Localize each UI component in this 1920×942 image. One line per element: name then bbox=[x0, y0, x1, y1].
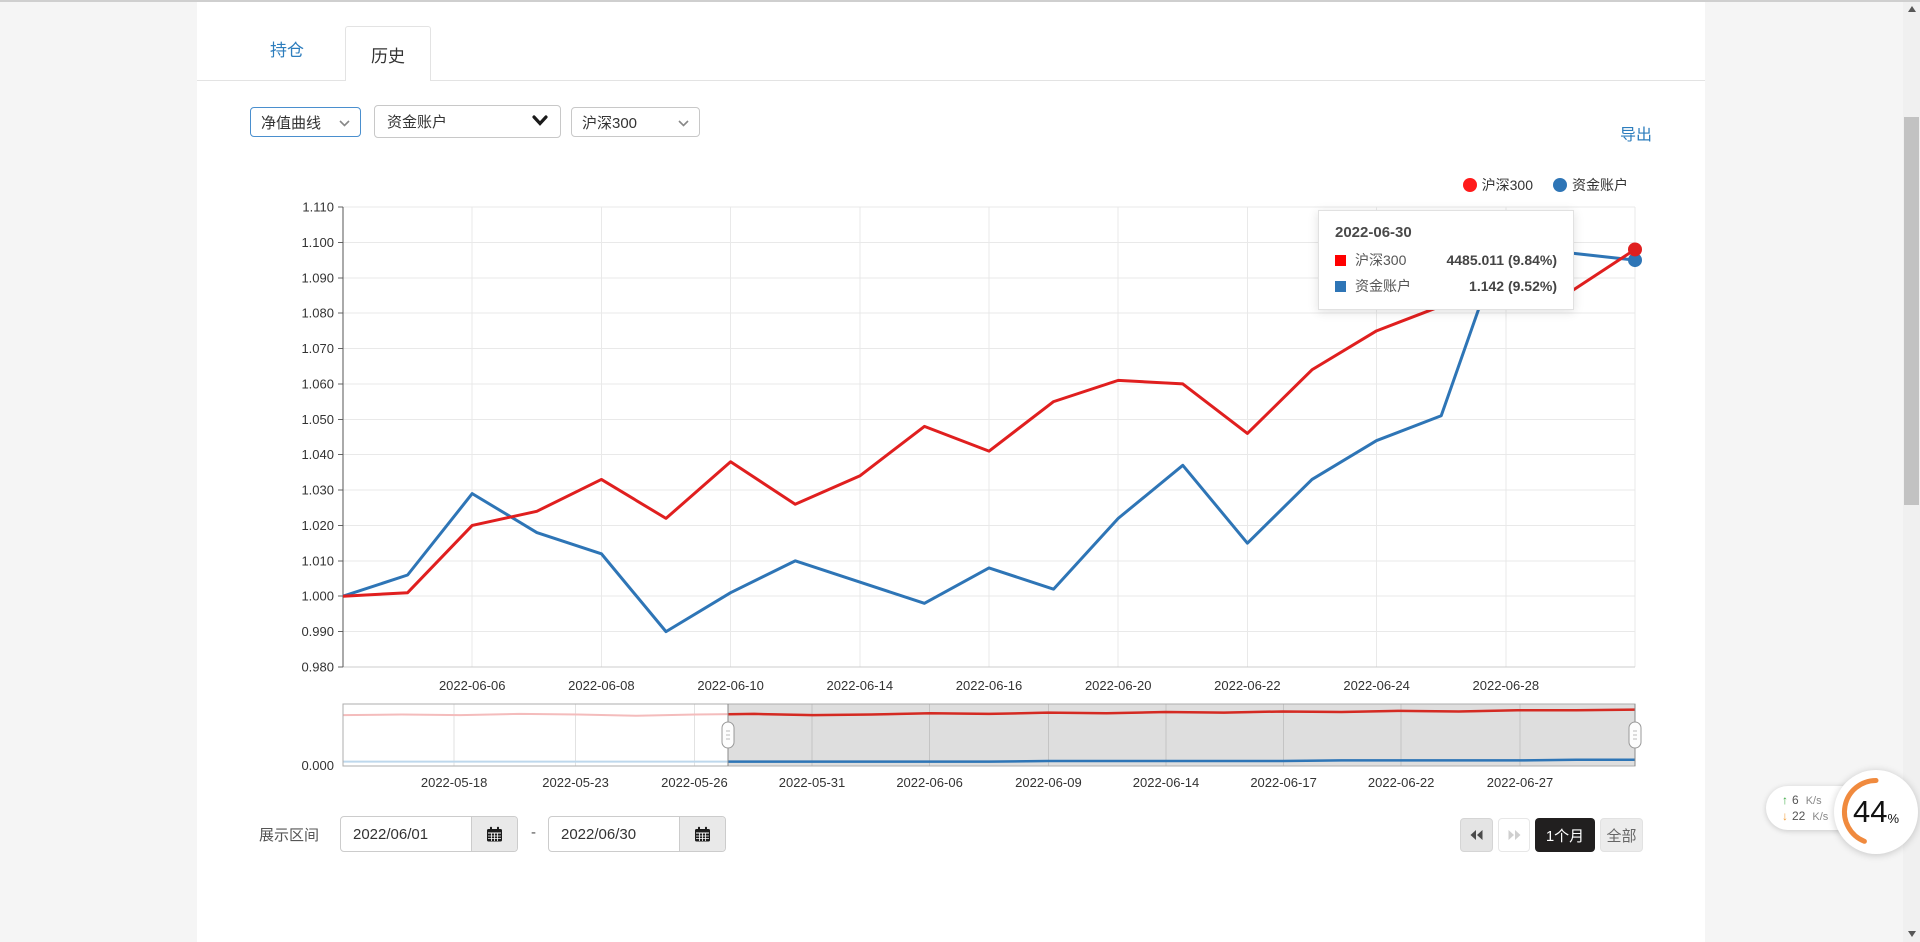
y-axis-label: 1.040 bbox=[301, 447, 334, 462]
y-axis-label: 1.000 bbox=[301, 589, 334, 604]
scrollbar-thumb[interactable] bbox=[1904, 117, 1919, 505]
y-axis-label: 1.080 bbox=[301, 306, 334, 321]
y-axis-label: 1.090 bbox=[301, 270, 334, 285]
upload-speed-unit: K/s bbox=[1805, 795, 1822, 807]
slider-x-axis-label: 2022-05-31 bbox=[779, 775, 846, 790]
start-date-value: 2022/06/01 bbox=[353, 825, 429, 843]
tab-holdings[interactable]: 持仓 bbox=[252, 36, 322, 61]
account-select-value: 资金账户 bbox=[387, 114, 448, 131]
x-axis-label: 2022-06-24 bbox=[1343, 678, 1410, 693]
legend-dot-red bbox=[1462, 178, 1477, 192]
tooltip-row-account: 资金账户 1.142 (9.52%) bbox=[1335, 276, 1557, 296]
step-back-button[interactable] bbox=[1460, 818, 1493, 852]
datazoom-slider[interactable]: 0.000 2022-05-18 2022-05-23 2022-05-26 2022-… bbox=[277, 700, 1657, 796]
legend-dot-blue bbox=[1553, 178, 1567, 192]
download-arrow-icon: ↓ bbox=[1782, 809, 1788, 823]
progress-percent-widget[interactable]: 44 % bbox=[1834, 770, 1918, 854]
legend-label: 资金账户 bbox=[1572, 177, 1628, 193]
x-axis-label: 2022-06-28 bbox=[1473, 678, 1540, 693]
series-marker-account bbox=[1335, 280, 1346, 292]
all-range-button[interactable]: 全部 bbox=[1600, 818, 1643, 852]
tooltip-date: 2022-06-30 bbox=[1335, 224, 1412, 241]
y-axis-label: 0.990 bbox=[301, 624, 334, 639]
y-axis-label: 1.020 bbox=[301, 518, 334, 533]
export-button[interactable]: 导出 bbox=[1620, 121, 1652, 145]
scrollbar-up-arrow[interactable] bbox=[1903, 0, 1920, 17]
one-month-button[interactable]: 1个月 bbox=[1535, 818, 1595, 852]
slider-x-axis-label: 2022-06-09 bbox=[1015, 775, 1082, 790]
slider-x-axis-label: 2022-06-17 bbox=[1250, 775, 1317, 790]
y-axis-label: 0.980 bbox=[301, 660, 334, 675]
slider-x-axis-label: 2022-05-18 bbox=[421, 775, 488, 790]
slider-x-axis-label: 2022-06-27 bbox=[1487, 775, 1554, 790]
y-axis-label: 1.110 bbox=[302, 200, 334, 215]
slider-x-axis-label: 2022-05-23 bbox=[542, 775, 609, 790]
start-date-calendar-button[interactable] bbox=[471, 817, 517, 851]
legend-item-account[interactable]: 资金账户 bbox=[1553, 175, 1628, 195]
chart-tooltip: 2022-06-30 沪深300 4485.011 (9.84%) 资金账户 1… bbox=[1318, 210, 1574, 310]
end-date-input[interactable]: 2022/06/30 bbox=[548, 816, 726, 852]
slider-x-axis-label: 2022-05-26 bbox=[661, 775, 728, 790]
calendar-icon bbox=[695, 826, 710, 841]
x-axis-label: 2022-06-06 bbox=[439, 678, 506, 693]
slider-x-axis-label: 2022-06-14 bbox=[1133, 775, 1200, 790]
tooltip-row-hs300: 沪深300 4485.011 (9.84%) bbox=[1335, 250, 1557, 270]
x-axis-label: 2022-06-22 bbox=[1214, 678, 1281, 693]
x-axis-label: 2022-06-14 bbox=[827, 678, 894, 693]
chevron-down-icon bbox=[339, 114, 350, 131]
tab-history[interactable]: 历史 bbox=[345, 26, 431, 81]
content-card: 持仓 历史 净值曲线 资金账户 沪深300 导出 沪深300 资金账户 0.98… bbox=[197, 0, 1705, 942]
benchmark-select-value: 沪深300 bbox=[582, 114, 638, 132]
page-top-border bbox=[0, 0, 1920, 2]
y-axis-label: 1.100 bbox=[301, 235, 334, 250]
x-axis-label: 2022-06-10 bbox=[697, 678, 764, 693]
tooltip-series-name: 沪深300 bbox=[1355, 252, 1407, 268]
upload-speed-value: 6 bbox=[1792, 793, 1799, 807]
display-range-label: 展示区间 bbox=[259, 827, 320, 844]
upload-arrow-icon: ↑ bbox=[1782, 793, 1788, 807]
end-date-value: 2022/06/30 bbox=[561, 825, 637, 843]
slider-y-axis-label: 0.000 bbox=[301, 758, 334, 773]
y-axis-label: 1.010 bbox=[301, 553, 334, 568]
tooltip-series-name: 资金账户 bbox=[1355, 278, 1411, 294]
x-axis-label: 2022-06-16 bbox=[956, 678, 1023, 693]
slider-x-axis-label: 2022-06-22 bbox=[1368, 775, 1435, 790]
chart-legend: 沪深300 资金账户 bbox=[1462, 175, 1628, 195]
series-marker-hs300 bbox=[1335, 254, 1346, 266]
account-select[interactable]: 资金账户 bbox=[374, 105, 561, 138]
legend-item-hs300[interactable]: 沪深300 bbox=[1462, 175, 1533, 195]
end-date-calendar-button[interactable] bbox=[679, 817, 725, 851]
series-end-dot-沪深300 bbox=[1628, 242, 1642, 257]
slider-x-axis-label: 2022-06-06 bbox=[896, 775, 963, 790]
tooltip-series-value: 1.142 (9.52%) bbox=[1469, 278, 1557, 294]
y-axis-label: 1.050 bbox=[301, 412, 334, 427]
progress-percent-text: 44 % bbox=[1834, 770, 1918, 854]
y-axis-label: 1.030 bbox=[301, 483, 334, 498]
x-axis-label: 2022-06-20 bbox=[1085, 678, 1152, 693]
legend-label: 沪深300 bbox=[1481, 177, 1533, 193]
percent-sign: % bbox=[1887, 810, 1900, 826]
curve-type-value: 净值曲线 bbox=[261, 114, 322, 132]
double-right-icon bbox=[1508, 830, 1520, 840]
chevron-down-icon bbox=[532, 113, 548, 130]
x-axis-label: 2022-06-08 bbox=[568, 678, 635, 693]
y-axis-label: 1.070 bbox=[301, 341, 334, 356]
y-axis-label: 1.060 bbox=[301, 376, 334, 391]
percent-value: 44 bbox=[1852, 794, 1888, 829]
benchmark-select[interactable]: 沪深300 bbox=[571, 107, 700, 137]
double-left-icon bbox=[1470, 830, 1483, 840]
calendar-icon bbox=[487, 826, 502, 841]
chevron-down-icon bbox=[678, 114, 689, 131]
curve-type-select[interactable]: 净值曲线 bbox=[250, 107, 361, 137]
download-speed-value: 22 bbox=[1792, 809, 1806, 823]
date-range-separator: - bbox=[531, 824, 536, 841]
tooltip-series-value: 4485.011 (9.84%) bbox=[1446, 252, 1557, 268]
start-date-input[interactable]: 2022/06/01 bbox=[340, 816, 518, 852]
scrollbar-down-arrow[interactable] bbox=[1903, 925, 1920, 942]
step-forward-button[interactable] bbox=[1498, 818, 1530, 852]
download-speed-unit: K/s bbox=[1812, 811, 1829, 823]
